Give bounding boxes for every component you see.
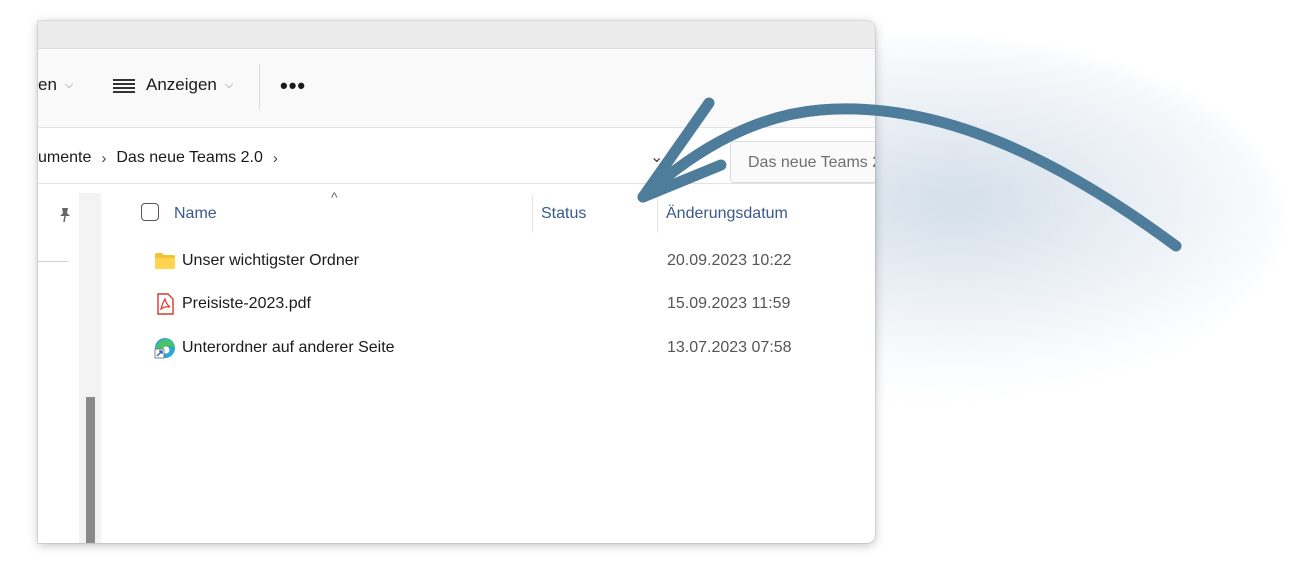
nav-scrollbar-thumb[interactable] <box>86 397 95 543</box>
breadcrumb-item-documents[interactable]: umente <box>38 149 91 167</box>
folder-icon <box>155 253 175 269</box>
chevron-down-icon: ⌵ <box>224 78 234 91</box>
more-options-button[interactable]: ••• <box>280 73 306 99</box>
breadcrumb: umente › Das neue Teams 2.0 › <box>38 149 288 167</box>
breadcrumb-separator-icon[interactable]: › <box>273 150 278 167</box>
edge-shortcut-icon <box>154 338 175 359</box>
chevron-down-icon: ⌵ <box>64 78 74 91</box>
file-date: 20.09.2023 10:22 <box>667 252 792 269</box>
view-button[interactable]: Anzeigen ⌵ <box>113 75 233 95</box>
toolbar-divider <box>259 64 260 110</box>
pdf-icon <box>157 293 174 315</box>
file-name: Unser wichtigster Ordner <box>182 252 359 269</box>
search-placeholder: Das neue Teams 2 <box>748 154 875 171</box>
partial-menu-button[interactable]: en ⌵ <box>38 75 73 95</box>
file-date: 13.07.2023 07:58 <box>667 339 792 356</box>
file-row[interactable]: Unterordner auf anderer Seite 13.07.2023… <box>142 329 875 369</box>
column-divider[interactable] <box>657 195 658 233</box>
address-bar[interactable]: umente › Das neue Teams 2.0 › ⌄ Das neue… <box>38 135 875 184</box>
file-name: Unterordner auf anderer Seite <box>182 339 395 356</box>
view-lines-icon <box>113 78 135 93</box>
partial-menu-label: en <box>38 75 57 94</box>
breadcrumb-item-current[interactable]: Das neue Teams 2.0 <box>116 149 262 167</box>
command-bar: en ⌵ Anzeigen ⌵ ••• <box>38 49 875 128</box>
nav-pane-divider <box>38 261 68 262</box>
title-bar <box>38 21 875 49</box>
file-date: 15.09.2023 11:59 <box>667 295 791 312</box>
column-header-name[interactable]: Name <box>174 205 217 223</box>
file-name: Preisiste-2023.pdf <box>182 295 311 312</box>
file-row[interactable]: Unser wichtigster Ordner 20.09.2023 10:2… <box>142 242 875 282</box>
file-explorer-window: en ⌵ Anzeigen ⌵ ••• umente › Das neue Te… <box>38 21 875 543</box>
breadcrumb-separator-icon[interactable]: › <box>101 150 106 167</box>
search-input[interactable]: Das neue Teams 2 <box>730 141 875 183</box>
column-header-status[interactable]: Status <box>541 205 586 223</box>
column-header-modified[interactable]: Änderungsdatum <box>666 205 788 223</box>
sort-ascending-icon: ^ <box>331 189 338 205</box>
view-label: Anzeigen <box>146 75 217 94</box>
file-row[interactable]: Preisiste-2023.pdf 15.09.2023 11:59 <box>142 285 875 325</box>
select-all-checkbox[interactable] <box>141 203 159 221</box>
address-history-chevron-icon[interactable]: ⌄ <box>650 147 663 167</box>
column-divider[interactable] <box>532 195 533 233</box>
